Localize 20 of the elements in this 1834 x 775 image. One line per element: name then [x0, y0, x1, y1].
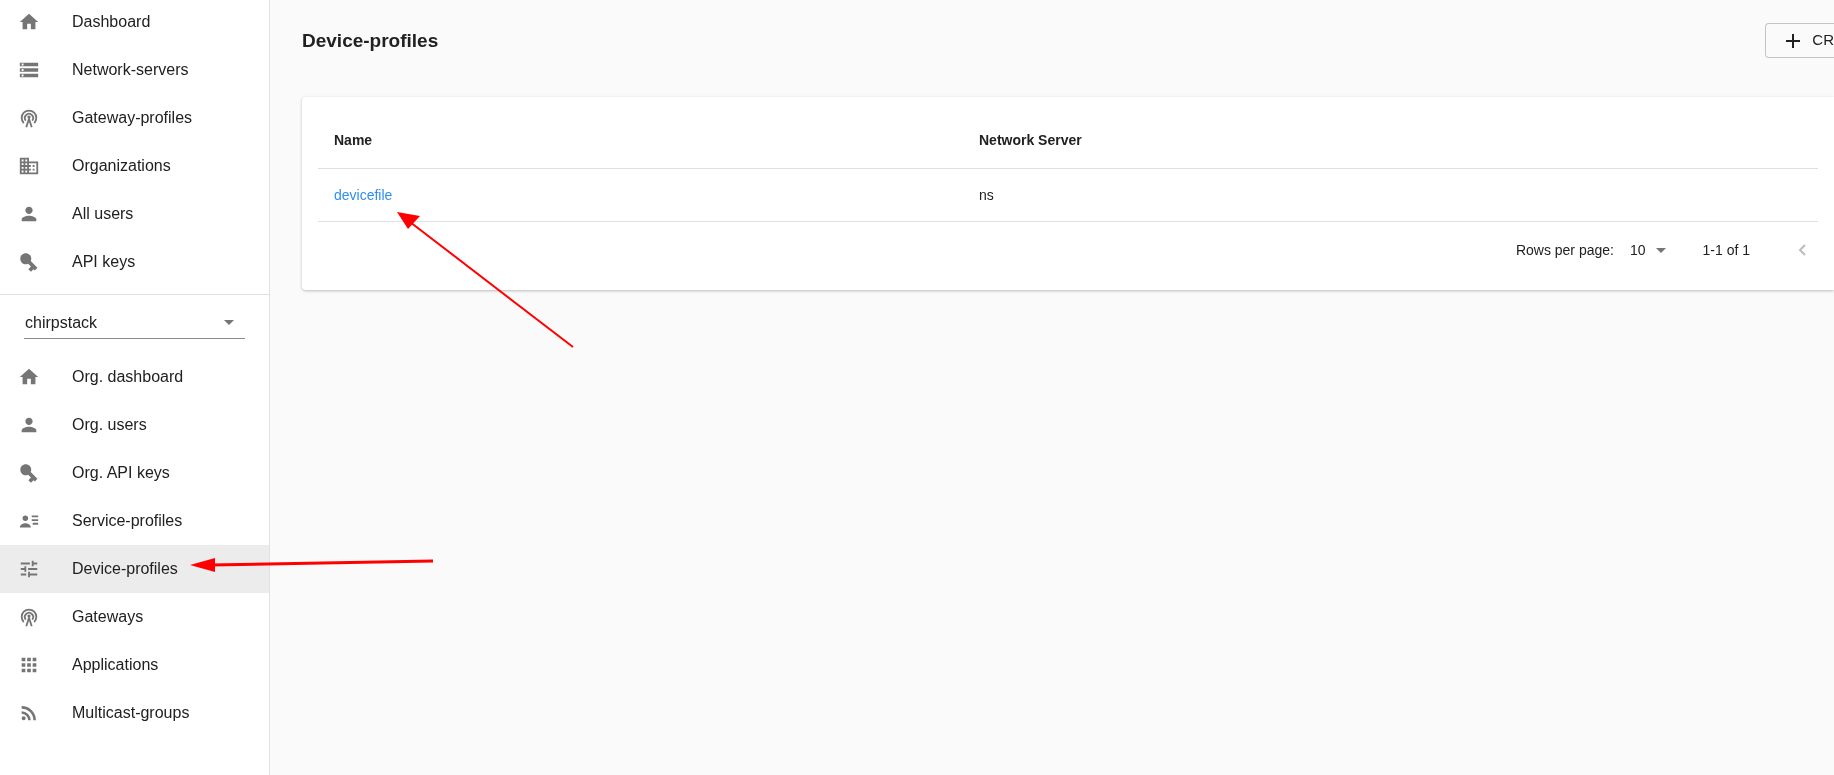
caret-icon: [224, 320, 234, 325]
page-range: 1-1 of 1: [1702, 240, 1750, 260]
rows-per-page-label: Rows per page:: [1515, 240, 1614, 260]
organization-select[interactable]: chirpstack: [24, 307, 245, 339]
create-button[interactable]: CR: [1765, 23, 1834, 58]
caret-icon: [1655, 247, 1666, 253]
key-icon: [18, 251, 40, 273]
antenna-icon: [18, 107, 40, 129]
column-header: Name: [334, 132, 373, 148]
column-header: Network Server: [979, 132, 1082, 148]
key-icon: [18, 462, 40, 484]
building-icon: [18, 155, 40, 177]
sliders-icon: [18, 558, 40, 580]
rows-per-page-select[interactable]: 10: [1629, 239, 1666, 261]
plus-icon: [1786, 33, 1801, 48]
chevron-left-icon: [1798, 244, 1806, 256]
table-cell: ns: [979, 186, 994, 203]
antenna-icon: [18, 606, 40, 628]
sidebar-item[interactable]: Device-profiles: [0, 545, 269, 593]
page-title: Device-profiles: [302, 28, 439, 53]
